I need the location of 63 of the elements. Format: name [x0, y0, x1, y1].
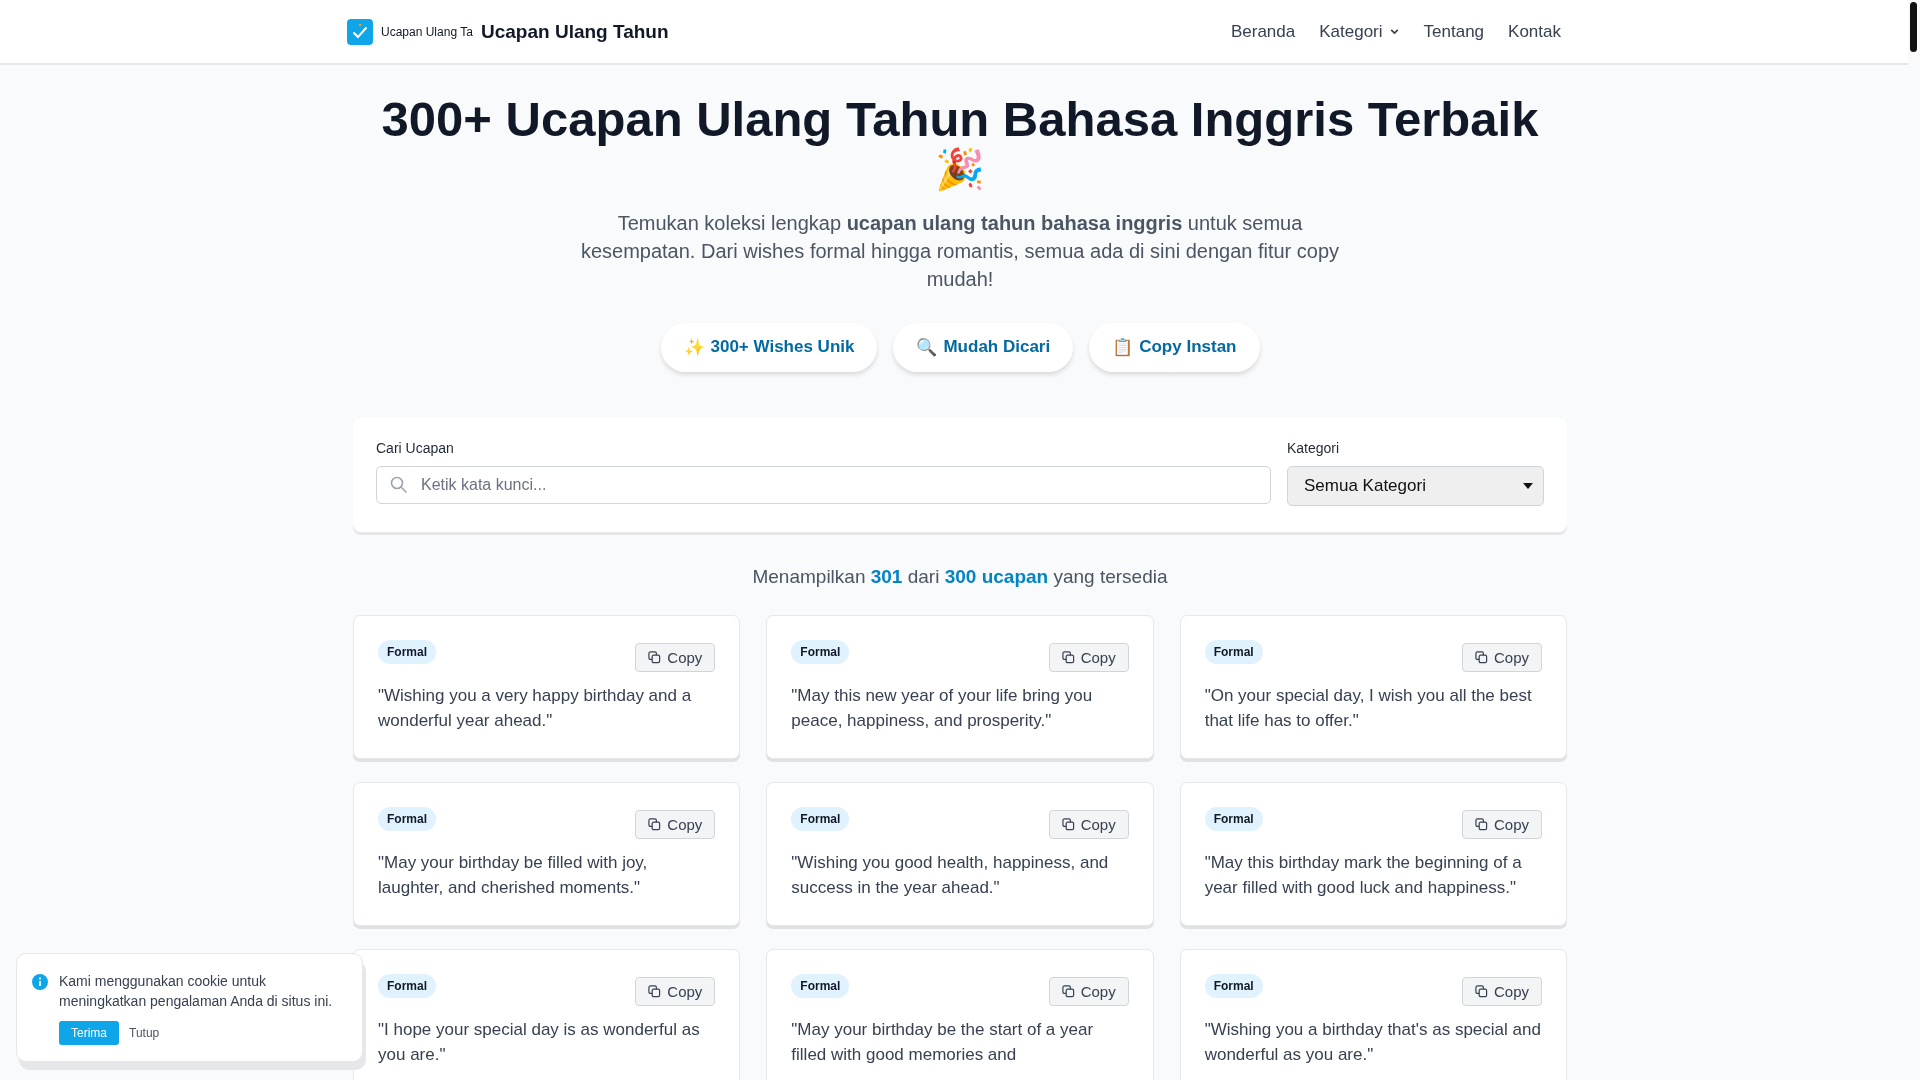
checkmark-logo-icon [347, 18, 373, 45]
search-icon [389, 474, 409, 495]
copy-icon [648, 650, 662, 664]
wish-text: "May this birthday mark the beginning of a year filled with good luck and happiness." [1204, 851, 1523, 900]
page-heading: 300+ Ucapan Ulang Tahun Bahasa Inggris Terbaik [381, 91, 1539, 147]
info-icon [32, 974, 48, 990]
feature-icon: ✨ [683, 336, 705, 358]
copy-button[interactable]: Copy [1048, 809, 1129, 839]
wish-text: "On your special day, I wish you all the best that life has to offer." [1204, 684, 1533, 733]
wish-text: "May this new year of your life bring you peace, happiness, and prosperity." [791, 684, 1094, 733]
intro-paragraph: Temukan koleksi lengkap ucapan ulang tahun bahasa inggris untuk semua kesempatan. Dari wishes formal hingga romantis, semua ada di sini dengan fitur copy mudah! [579, 210, 1341, 292]
wish-text: "I hope your special day is as wonderful as you are." [378, 1018, 701, 1067]
category-badge: Formal [791, 806, 850, 831]
scrollbar-thumb[interactable] [1910, 2, 1917, 52]
copy-button[interactable]: Copy [1461, 809, 1542, 839]
nav-link[interactable]: Beranda [1230, 21, 1296, 42]
copy-icon [1061, 984, 1075, 998]
copy-button[interactable]: Copy [635, 642, 716, 672]
copy-icon [1474, 984, 1488, 998]
site-title[interactable]: Ucapan Ulang Tahun [481, 20, 669, 43]
category-badge: Formal [791, 973, 850, 998]
copy-button[interactable]: Copy [1048, 642, 1129, 672]
feature-icon: 🔍 [916, 336, 938, 358]
search-input[interactable]: Ketik kata kunci... [419, 474, 1258, 495]
copy-icon [1061, 817, 1075, 831]
copy-icon [1061, 650, 1075, 664]
copy-icon [1474, 650, 1488, 664]
dropdown-arrow-icon [1523, 482, 1533, 489]
copy-icon [648, 984, 662, 998]
category-label: Kategori [1287, 439, 1341, 456]
category-badge: Formal [1204, 973, 1263, 998]
copy-button[interactable]: Copy [1461, 976, 1542, 1006]
category-badge: Formal [1204, 639, 1263, 664]
copy-button[interactable]: Copy [635, 809, 716, 839]
copy-icon [1474, 817, 1488, 831]
copy-button[interactable]: Copy [1048, 976, 1129, 1006]
category-select[interactable]: Semua Kategori [1287, 465, 1544, 506]
category-badge: Formal [378, 806, 436, 831]
search-field[interactable]: Ketik kata kunci... [376, 465, 1271, 504]
nav-link[interactable]: Tentang [1423, 21, 1485, 42]
wish-text: "Wishing you good health, happiness, and success in the year ahead." [791, 851, 1110, 900]
logo-alt-text: Ucapan Ulang Ta [381, 24, 473, 39]
close-button[interactable]: Tutup [127, 1024, 162, 1043]
wish-text: "May your birthday be the start of a year filled with good memories and [791, 1018, 1095, 1067]
search-label: Cari Ucapan [376, 439, 455, 456]
category-badge: Formal [791, 639, 850, 664]
results-count: Menampilkan 301 dari 300 ucapan yang tersedia [752, 565, 1168, 588]
copy-icon [648, 817, 662, 831]
feature-label: Copy Instan [1139, 336, 1237, 358]
cookie-message: Kami menggunakan cookie untuk meningkatkan pengalaman Anda di situs ini. [59, 972, 334, 1011]
category-badge: Formal [378, 973, 436, 998]
feature-label: Mudah Dicari [943, 336, 1051, 358]
copy-button[interactable]: Copy [635, 976, 716, 1006]
nav-link[interactable]: Kontak [1508, 21, 1561, 42]
feature-label: 300+ Wishes Unik [710, 336, 855, 358]
feature-icon: 📋 [1112, 336, 1134, 358]
category-badge: Formal [1204, 806, 1263, 831]
nav-dropdown[interactable]: Kategori [1319, 21, 1400, 42]
wish-text: "May your birthday be filled with joy, laughter, and cherished moments." [378, 851, 649, 900]
category-badge: Formal [378, 639, 436, 664]
copy-button[interactable]: Copy [1461, 642, 1542, 672]
wish-text: "Wishing you a very happy birthday and a wonderful year ahead." [378, 684, 693, 733]
wish-text: "Wishing you a birthday that's as special and wonderful as you are." [1204, 1018, 1542, 1067]
